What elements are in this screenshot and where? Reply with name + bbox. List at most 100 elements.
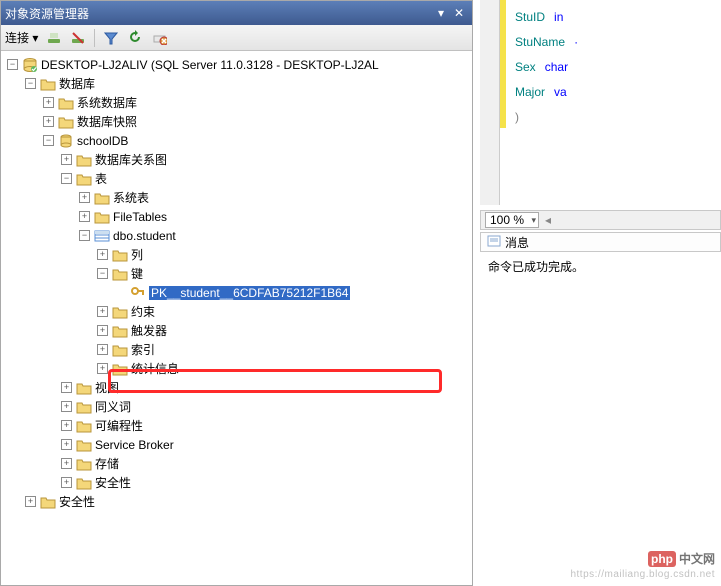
node-label: 视图 — [95, 379, 119, 396]
stop-icon[interactable] — [149, 28, 169, 48]
tree-view[interactable]: − DESKTOP-LJ2ALIV (SQL Server 11.0.3128 … — [1, 51, 472, 585]
filter-icon[interactable] — [101, 28, 121, 48]
pin-icon[interactable]: ▾ — [432, 4, 450, 22]
expand-toggle[interactable]: + — [97, 306, 108, 317]
disconnect-icon[interactable] — [68, 28, 88, 48]
folder-icon — [112, 266, 128, 282]
expand-toggle[interactable]: + — [97, 249, 108, 260]
triggers-node[interactable]: + 触发器 — [3, 321, 470, 340]
indexes-node[interactable]: + 索引 — [3, 340, 470, 359]
close-icon[interactable]: ✕ — [450, 4, 468, 22]
folder-icon — [94, 190, 110, 206]
folder-icon — [112, 247, 128, 263]
expand-toggle[interactable]: + — [61, 401, 72, 412]
folder-icon — [76, 171, 92, 187]
folder-icon — [112, 323, 128, 339]
expand-toggle[interactable]: + — [61, 439, 72, 450]
expand-toggle[interactable]: + — [61, 420, 72, 431]
node-label: 数据库关系图 — [95, 151, 167, 168]
expand-toggle[interactable]: + — [25, 496, 36, 507]
constraints-node[interactable]: + 约束 — [3, 302, 470, 321]
connect-icon[interactable] — [44, 28, 64, 48]
pk-node[interactable]: PK__student__6CDFAB75212F1B64 — [3, 283, 470, 302]
expand-toggle[interactable]: + — [61, 154, 72, 165]
views-node[interactable]: + 视图 — [3, 378, 470, 397]
node-label: 触发器 — [131, 322, 167, 339]
folder-icon — [76, 437, 92, 453]
folder-icon — [58, 95, 74, 111]
php-logo: php 中文网 — [648, 550, 715, 567]
servicebroker-node[interactable]: + Service Broker — [3, 435, 470, 454]
storage-node[interactable]: + 存储 — [3, 454, 470, 473]
diagrams-node[interactable]: + 数据库关系图 — [3, 150, 470, 169]
expand-toggle[interactable]: + — [97, 344, 108, 355]
folder-icon — [76, 418, 92, 434]
messages-tab[interactable]: 消息 — [480, 232, 721, 252]
expand-toggle[interactable]: − — [7, 59, 18, 70]
node-label: 数据库 — [59, 75, 95, 92]
tables-node[interactable]: − 表 — [3, 169, 470, 188]
table-icon — [94, 228, 110, 244]
expand-toggle[interactable]: + — [61, 477, 72, 488]
change-marker — [500, 0, 506, 128]
folder-icon — [76, 399, 92, 415]
filetables-node[interactable]: + FileTables — [3, 207, 470, 226]
systables-node[interactable]: + 系统表 — [3, 188, 470, 207]
sql-editor[interactable]: StuID in StuName · Sex char Major va ) — [480, 0, 721, 205]
node-label: 统计信息 — [131, 360, 179, 377]
refresh-icon[interactable] — [125, 28, 145, 48]
zoom-dropdown[interactable]: 100 % — [485, 212, 539, 228]
csdn-watermark: https://mailiang.blog.csdn.net — [570, 569, 715, 580]
synonyms-node[interactable]: + 同义词 — [3, 397, 470, 416]
sysdb-node[interactable]: + 系统数据库 — [3, 93, 470, 112]
security-node[interactable]: + 安全性 — [3, 473, 470, 492]
dbostudent-node[interactable]: − dbo.student — [3, 226, 470, 245]
expand-toggle[interactable]: − — [43, 135, 54, 146]
panel-title-bar: 对象资源管理器 ▾ ✕ — [1, 1, 472, 25]
keys-node[interactable]: − 键 — [3, 264, 470, 283]
node-label: 同义词 — [95, 398, 131, 415]
node-label: schoolDB — [77, 134, 128, 148]
server-node[interactable]: − DESKTOP-LJ2ALIV (SQL Server 11.0.3128 … — [3, 55, 470, 74]
messages-tab-label: 消息 — [505, 234, 529, 251]
node-label: 键 — [131, 265, 143, 282]
expand-toggle[interactable]: + — [43, 97, 54, 108]
security2-node[interactable]: + 安全性 — [3, 492, 470, 511]
node-label: 数据库快照 — [77, 113, 137, 130]
folder-icon — [76, 152, 92, 168]
databases-node[interactable]: − 数据库 — [3, 74, 470, 93]
snapshot-node[interactable]: + 数据库快照 — [3, 112, 470, 131]
schooldb-node[interactable]: − schoolDB — [3, 131, 470, 150]
folder-icon — [40, 494, 56, 510]
node-label: 可编程性 — [95, 417, 143, 434]
folder-icon — [40, 76, 56, 92]
columns-node[interactable]: + 列 — [3, 245, 470, 264]
expand-toggle[interactable]: + — [97, 363, 108, 374]
expand-toggle[interactable]: + — [61, 458, 72, 469]
node-label: 系统表 — [113, 189, 149, 206]
messages-body: 命令已成功完成。 — [480, 252, 721, 281]
message-icon — [487, 234, 501, 251]
expand-toggle[interactable]: − — [79, 230, 90, 241]
node-label: 表 — [95, 170, 107, 187]
expand-toggle[interactable]: + — [97, 325, 108, 336]
connect-dropdown[interactable]: 连接 ▾ — [5, 29, 38, 46]
expand-toggle[interactable]: + — [43, 116, 54, 127]
expand-toggle[interactable]: + — [79, 211, 90, 222]
node-label: Service Broker — [95, 438, 174, 452]
stats-node[interactable]: + 统计信息 — [3, 359, 470, 378]
toolbar: 连接 ▾ — [1, 25, 472, 51]
expand-toggle[interactable]: + — [79, 192, 90, 203]
node-label: 安全性 — [95, 474, 131, 491]
panel-title: 对象资源管理器 — [5, 5, 432, 22]
folder-icon — [76, 380, 92, 396]
folder-icon — [112, 361, 128, 377]
messages-panel: 消息 命令已成功完成。 — [480, 232, 721, 292]
expand-toggle[interactable]: − — [61, 173, 72, 184]
watermark: php 中文网 https://mailiang.blog.csdn.net — [570, 550, 715, 580]
expand-toggle[interactable]: − — [97, 268, 108, 279]
programmability-node[interactable]: + 可编程性 — [3, 416, 470, 435]
expand-toggle[interactable]: − — [25, 78, 36, 89]
expand-toggle[interactable]: + — [61, 382, 72, 393]
server-icon — [22, 57, 38, 73]
